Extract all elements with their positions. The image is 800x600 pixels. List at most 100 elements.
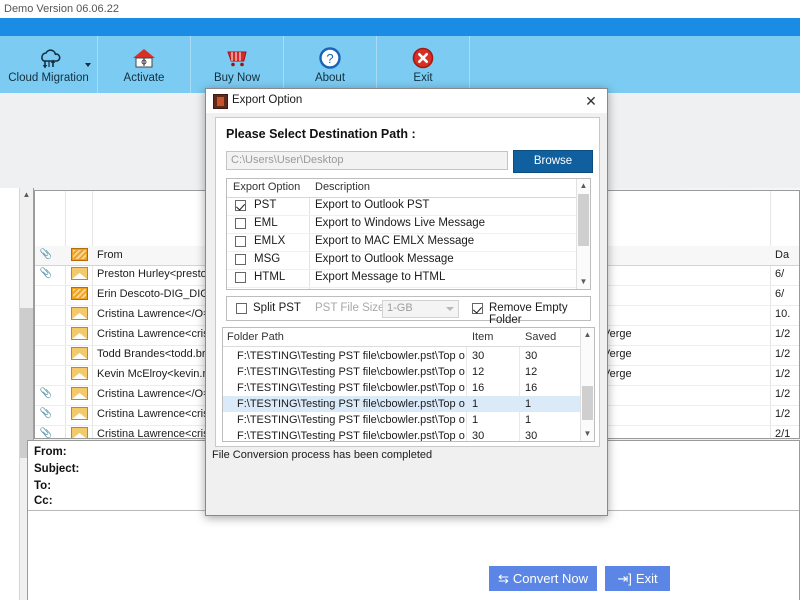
toolbar-label-about: About	[314, 72, 346, 84]
export-option-description: Export to Windows Live Message	[315, 217, 486, 229]
convert-arrows-icon: ⇆	[497, 570, 509, 586]
toolbar-label-cloud-migration: Cloud Migration	[8, 72, 89, 84]
email-date: 1/2	[775, 388, 791, 400]
export-option-dialog: Export Option ✕ Please Select Destinatio…	[205, 88, 670, 591]
export-option-row[interactable]: EML Export to Windows Live Message	[227, 215, 579, 234]
flag-column-icon	[71, 248, 88, 264]
toolbar-button-activate[interactable]: Activate	[98, 36, 191, 93]
export-option-row[interactable]: HTML Export Message to HTML	[227, 269, 579, 288]
exit-arrow-icon: ⇥]	[617, 570, 632, 586]
email-date: 2/1	[775, 428, 791, 439]
export-option-row-partial[interactable]	[227, 287, 579, 289]
folder-grid-scrollbar[interactable]: ▲ ▼	[580, 328, 594, 441]
chevron-down-icon[interactable]	[85, 63, 91, 67]
close-icon[interactable]: ✕	[581, 92, 601, 110]
remove-empty-folder-label: Remove Empty Folder	[489, 302, 568, 326]
pst-file-size-value: 1-GB	[387, 302, 413, 314]
toolbar-button-cloud-migration[interactable]: Cloud Migration	[0, 36, 98, 93]
folder-scroll-thumb[interactable]	[582, 386, 593, 420]
export-option-checkbox[interactable]	[235, 272, 246, 283]
export-option-row[interactable]: MSG Export to Outlook Message	[227, 251, 579, 270]
home-activate-icon	[131, 45, 157, 71]
application-window: Demo Version 06.06.22 Cloud Migration Ac…	[0, 0, 800, 600]
main-toolbar: Cloud Migration Activate Buy Now ? About…	[0, 36, 800, 93]
folder-path-row[interactable]: F:\TESTING\Testing PST file\cbowler.pst\…	[223, 396, 581, 412]
export-grid-scrollbar[interactable]: ▲ ▼	[576, 179, 590, 289]
split-pst-checkbox[interactable]	[236, 303, 247, 314]
column-header-folder-path: Folder Path	[227, 331, 284, 343]
split-options-row: Split PST PST File Size : 1-GB Remove Em…	[226, 296, 591, 326]
convert-now-button[interactable]: ⇆ Convert Now	[489, 566, 597, 591]
column-header-date[interactable]: Da	[775, 249, 799, 261]
folder-item-count: 30	[472, 430, 485, 442]
column-header-item: Item	[472, 331, 494, 343]
attachment-icon: 📎	[39, 268, 53, 279]
scroll-up-icon[interactable]: ▲	[581, 328, 594, 342]
envelope-open-icon	[71, 327, 88, 343]
destination-path-input[interactable]: C:\Users\User\Desktop	[226, 151, 508, 170]
folder-path-value: F:\TESTING\Testing PST file\cbowler.pst\…	[237, 350, 465, 362]
scroll-up-icon[interactable]: ▲	[577, 179, 590, 193]
title-band	[0, 18, 800, 36]
remove-empty-folder-checkbox[interactable]	[472, 303, 483, 314]
folder-saved-count: 1	[525, 414, 532, 426]
folder-path-value: F:\TESTING\Testing PST file\cbowler.pst\…	[237, 382, 465, 394]
folder-path-value: F:\TESTING\Testing PST file\cbowler.pst\…	[237, 398, 465, 410]
folder-path-value: F:\TESTING\Testing PST file\cbowler.pst\…	[237, 366, 465, 378]
envelope-open-icon	[71, 307, 88, 323]
folder-saved-count: 30	[525, 350, 538, 362]
column-header-description: Description	[315, 181, 371, 193]
export-option-row[interactable]: EMLX Export to MAC EMLX Message	[227, 233, 579, 252]
dialog-exit-label: Exit	[635, 571, 658, 586]
svg-text:?: ?	[326, 51, 333, 66]
question-mark-icon: ?	[317, 45, 343, 71]
attachment-icon: 📎	[39, 428, 53, 439]
export-option-name: PST	[254, 199, 277, 211]
export-option-grid[interactable]: Export Option Description PST Export to O…	[226, 178, 591, 290]
folder-path-row[interactable]: F:\TESTING\Testing PST file\cbowler.pst\…	[223, 412, 581, 428]
folder-item-count: 1	[472, 414, 479, 426]
status-message: File Conversion process has been complet…	[212, 449, 433, 461]
toolbar-button-buy-now[interactable]: Buy Now	[191, 36, 284, 93]
dialog-title-bar: Export Option ✕	[206, 89, 607, 113]
app-icon	[213, 94, 228, 109]
email-date: 1/2	[775, 328, 791, 340]
destination-path-title: Please Select Destination Path :	[226, 127, 416, 141]
split-pst-label: Split PST	[253, 302, 301, 314]
email-date: 6/	[775, 288, 785, 300]
column-header-export-option: Export Option	[233, 181, 301, 193]
attachment-column-icon: 📎	[39, 249, 53, 260]
folder-path-row[interactable]: F:\TESTING\Testing PST file\cbowler.pst\…	[223, 380, 581, 396]
folder-path-grid[interactable]: Folder Path Item Saved F:\TESTING\Testin…	[222, 327, 595, 442]
export-option-description: Export to Outlook Message	[315, 253, 454, 265]
dialog-exit-button[interactable]: ⇥] Exit	[605, 566, 670, 591]
scroll-down-icon[interactable]: ▼	[577, 275, 590, 289]
toolbar-button-exit[interactable]: Exit	[377, 36, 470, 93]
dialog-title: Export Option	[232, 94, 303, 106]
export-option-description: Export to Outlook PST	[315, 199, 430, 211]
tree-scroll-thumb[interactable]	[20, 308, 33, 458]
export-scroll-thumb[interactable]	[578, 194, 589, 246]
export-option-checkbox[interactable]	[235, 200, 246, 211]
export-option-checkbox[interactable]	[235, 236, 246, 247]
export-option-checkbox[interactable]	[235, 218, 246, 229]
scroll-up-icon[interactable]: ▲	[20, 188, 33, 202]
toolbar-button-about[interactable]: ? About	[284, 36, 377, 93]
export-option-description: Export to MAC EMLX Message	[315, 235, 475, 247]
folder-path-row[interactable]: F:\TESTING\Testing PST file\cbowler.pst\…	[223, 364, 581, 380]
scroll-down-icon[interactable]: ▼	[581, 427, 594, 441]
folder-path-row[interactable]: F:\TESTING\Testing PST file\cbowler.pst\…	[223, 348, 581, 364]
export-option-checkbox[interactable]	[235, 254, 246, 265]
export-option-description: Export Message to HTML	[315, 271, 446, 283]
browse-button[interactable]: Browse	[513, 150, 593, 173]
export-option-name: HTML	[254, 271, 286, 283]
shopping-cart-icon	[224, 45, 250, 71]
column-header-saved: Saved	[525, 331, 557, 343]
folder-path-row[interactable]: F:\TESTING\Testing PST file\cbowler.pst\…	[223, 428, 581, 442]
export-option-row[interactable]: PST Export to Outlook PST	[227, 197, 579, 216]
pst-file-size-select[interactable]: 1-GB	[382, 300, 459, 318]
folder-path-value: F:\TESTING\Testing PST file\cbowler.pst\…	[237, 414, 465, 426]
envelope-unread-icon	[71, 287, 88, 303]
cloud-migration-icon	[36, 45, 62, 71]
attachment-icon: 📎	[39, 408, 53, 419]
